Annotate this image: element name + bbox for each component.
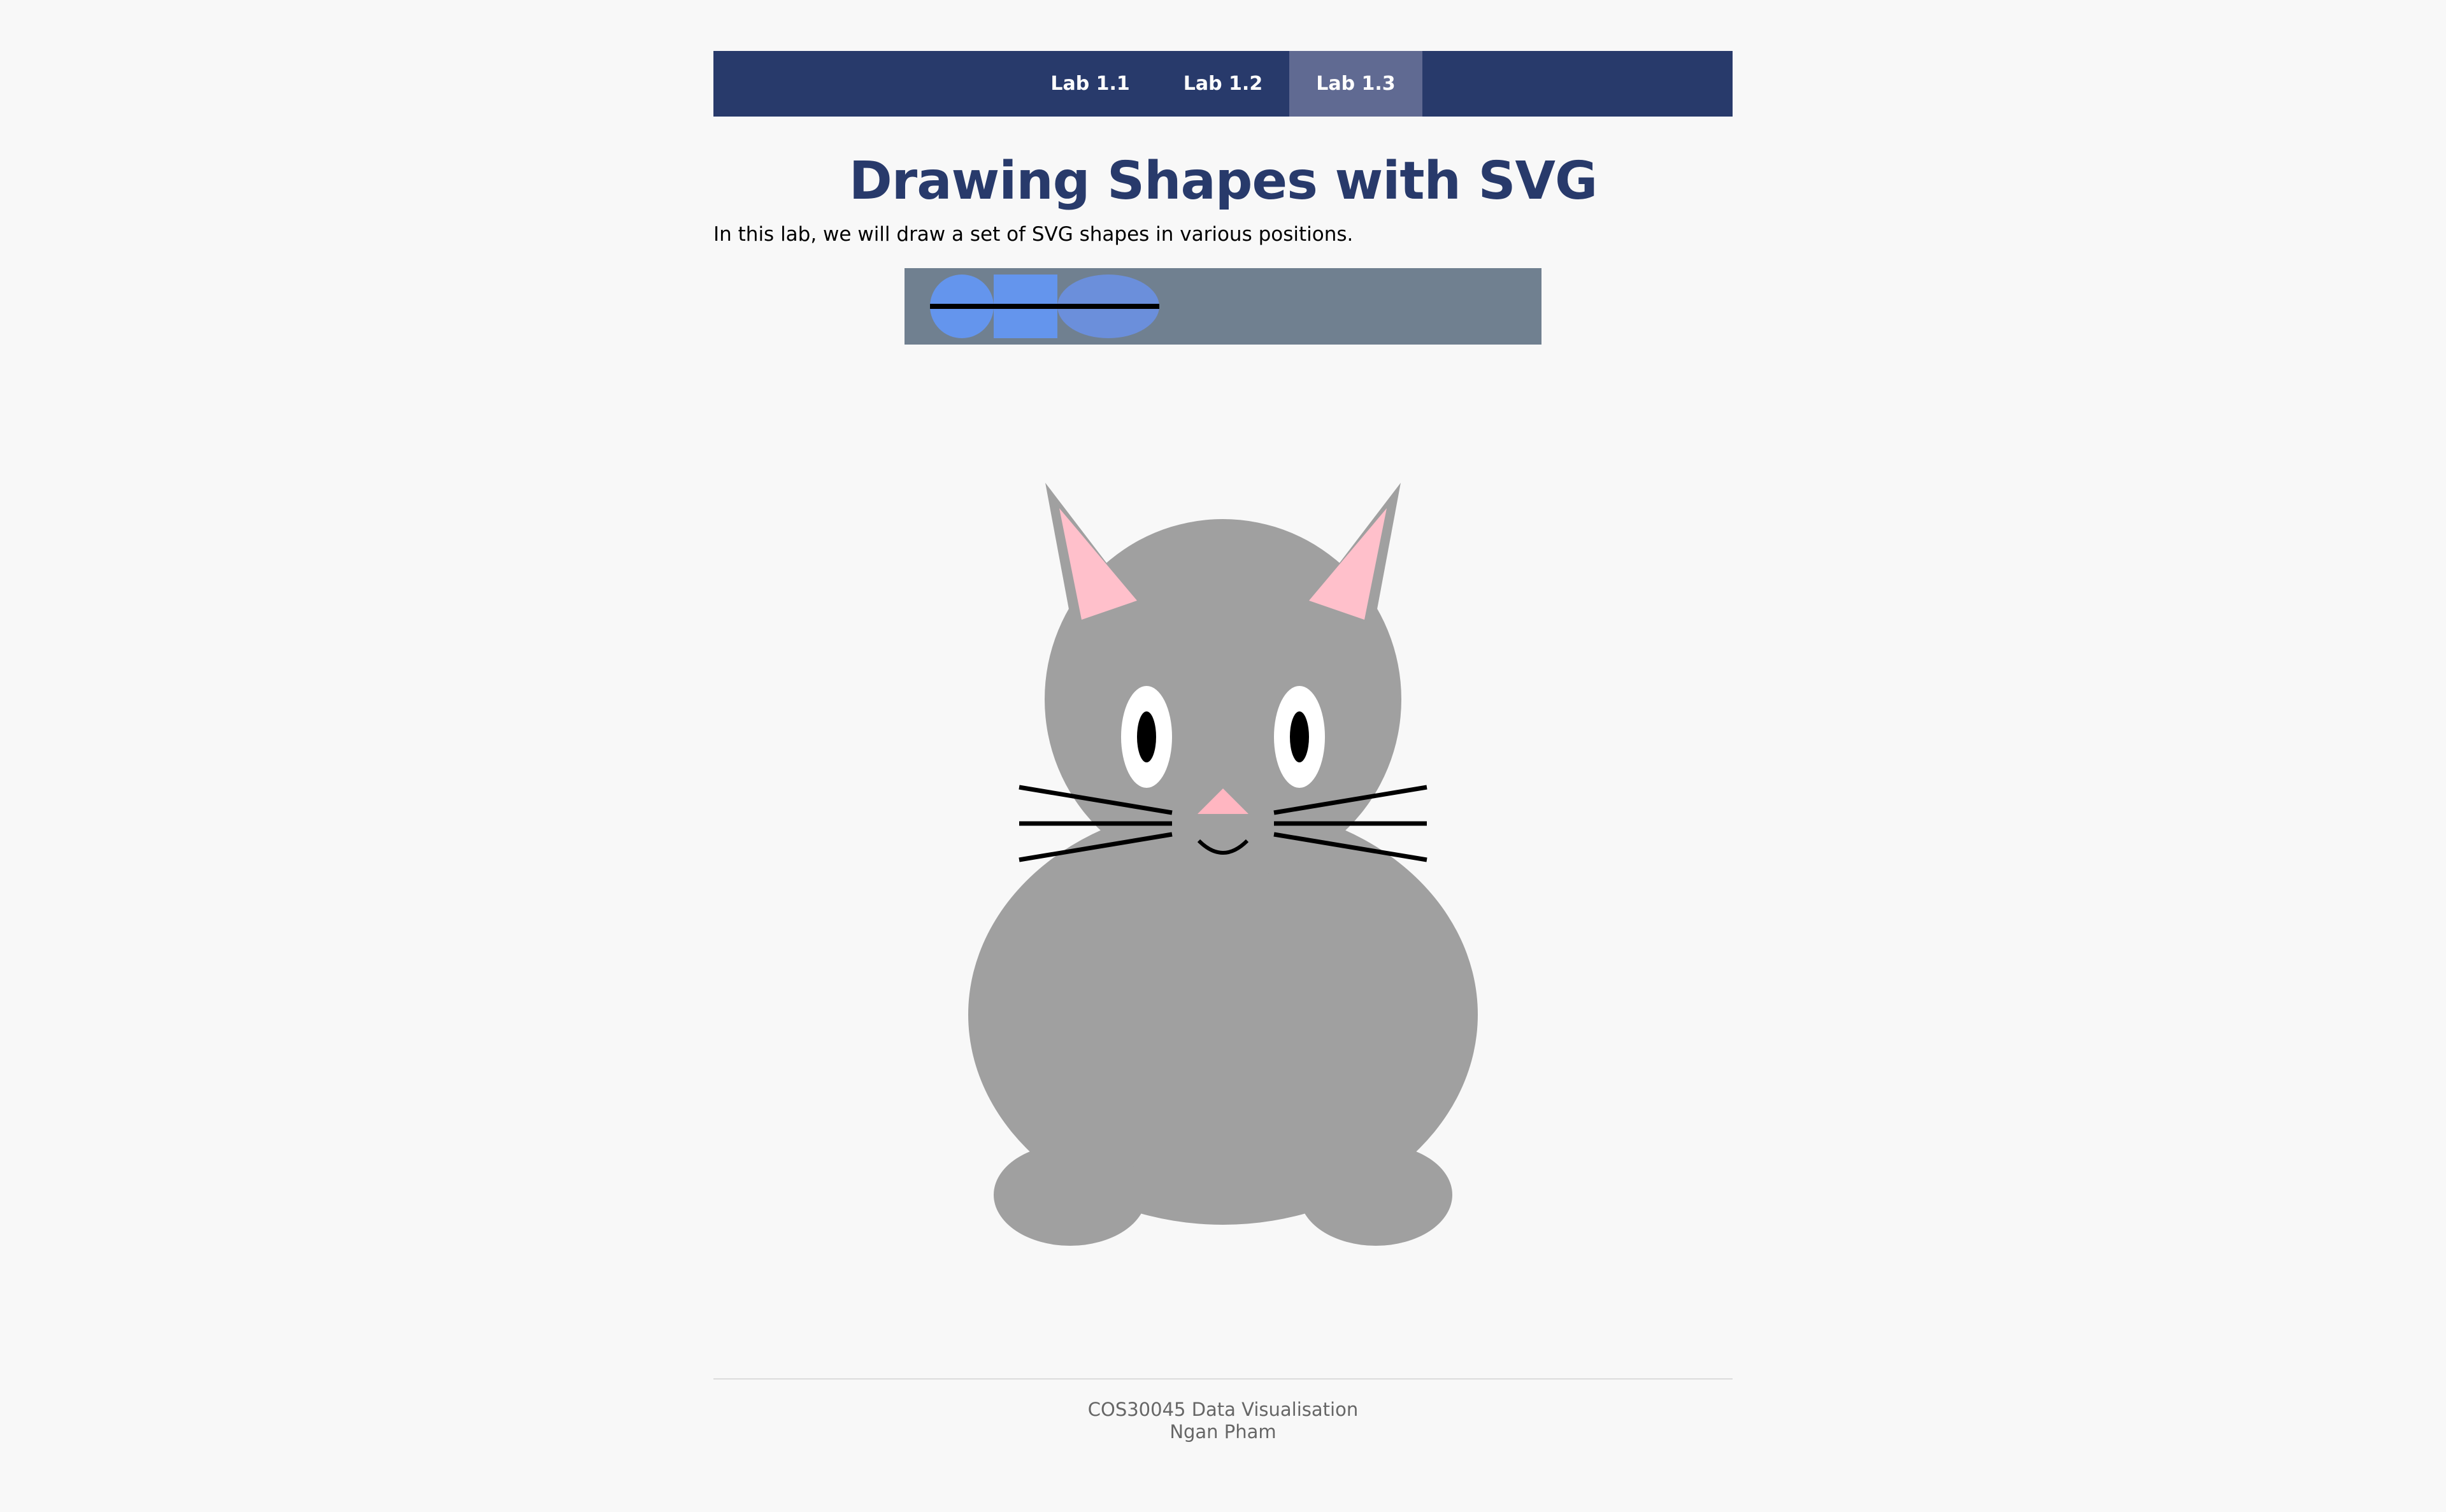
cat-pupil-right [1290, 711, 1309, 762]
shapes-svg [905, 268, 1541, 345]
shapes-panel [905, 268, 1541, 345]
nav-item-lab-1-1[interactable]: Lab 1.1 [1024, 51, 1156, 117]
cat-foot-left [994, 1144, 1147, 1246]
footer-author: Ngan Pham [1169, 1421, 1277, 1443]
footer-course: COS30045 Data Visualisation [1087, 1399, 1359, 1420]
nav-item-lab-1-2[interactable]: Lab 1.2 [1157, 51, 1289, 117]
page-container: Lab 1.1 Lab 1.2 Lab 1.3 Drawing Shapes w… [713, 51, 1733, 1443]
page-title: Drawing Shapes with SVG [848, 151, 1598, 211]
cat-pupil-left [1137, 711, 1156, 762]
navbar: Lab 1.1 Lab 1.2 Lab 1.3 [713, 51, 1733, 117]
cat-drawing [968, 419, 1478, 1311]
cat-svg [968, 483, 1478, 1246]
footer: COS30045 Data Visualisation Ngan Pham [713, 1378, 1733, 1444]
intro-text: In this lab, we will draw a set of SVG s… [713, 223, 1354, 246]
nav-item-lab-1-3[interactable]: Lab 1.3 [1289, 51, 1422, 117]
cat-foot-right [1299, 1144, 1452, 1246]
